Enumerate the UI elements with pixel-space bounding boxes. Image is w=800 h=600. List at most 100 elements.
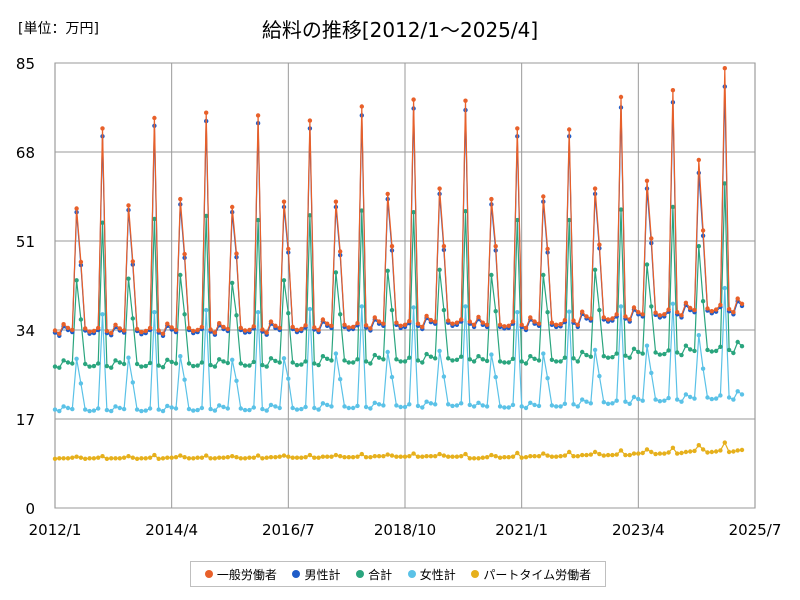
data-point [199, 360, 205, 365]
data-point [502, 324, 507, 329]
data-point [688, 394, 693, 400]
data-point [74, 278, 79, 283]
data-point [61, 456, 66, 461]
data-point [459, 454, 464, 459]
data-point [312, 325, 317, 330]
data-point [515, 126, 520, 131]
data-point [420, 454, 425, 459]
legend-label: 男性計 [304, 567, 341, 582]
data-point [242, 363, 248, 368]
data-point [61, 404, 66, 409]
data-point [489, 352, 494, 357]
data-point [381, 357, 386, 362]
data-point [454, 357, 460, 362]
data-point [338, 249, 343, 254]
data-point [74, 454, 79, 459]
data-point [281, 199, 287, 204]
data-point [212, 456, 218, 461]
data-point [649, 304, 654, 309]
data-point [165, 357, 170, 362]
data-point [692, 396, 697, 401]
data-point [320, 401, 326, 406]
data-point [91, 408, 97, 413]
data-point [286, 246, 291, 252]
data-point [588, 316, 593, 321]
data-point [493, 244, 498, 249]
data-point [247, 327, 252, 333]
data-point [571, 402, 576, 407]
data-point [653, 451, 658, 457]
data-point [471, 456, 477, 461]
data-point [657, 399, 663, 404]
data-point [718, 302, 723, 308]
data-point [286, 376, 291, 381]
data-point [502, 360, 507, 365]
data-point [251, 455, 256, 460]
data-point [519, 359, 524, 364]
data-point [467, 319, 472, 324]
data-point [692, 448, 697, 454]
data-point [147, 455, 153, 460]
legend-item: 男性計 [292, 566, 340, 583]
data-point [316, 455, 321, 460]
data-point [286, 454, 291, 459]
data-point [394, 403, 399, 408]
data-point [623, 353, 628, 358]
data-point [294, 327, 300, 333]
data-point [441, 374, 447, 379]
data-point [230, 357, 235, 362]
legend-label: 合計 [368, 567, 393, 582]
data-point [683, 392, 689, 397]
data-point [584, 352, 589, 358]
data-point [134, 456, 140, 461]
data-point [398, 454, 403, 459]
data-point [178, 354, 183, 359]
data-point [290, 455, 295, 460]
data-point [428, 454, 434, 459]
data-point [567, 127, 572, 132]
data-point [52, 407, 58, 412]
data-point [528, 400, 533, 405]
data-point [225, 326, 230, 332]
data-point [273, 323, 278, 328]
x-tick-label: 2023/4 [612, 521, 665, 539]
data-point [143, 408, 148, 413]
data-point [424, 399, 429, 404]
data-point [679, 313, 684, 318]
data-point [713, 348, 719, 354]
data-point [605, 452, 611, 458]
data-point [398, 323, 403, 328]
data-point [463, 304, 468, 309]
data-point [562, 355, 568, 360]
data-point [415, 358, 421, 363]
data-point [480, 320, 485, 325]
data-point [536, 403, 542, 409]
data-point [169, 325, 174, 330]
data-point [208, 327, 213, 332]
data-point [675, 397, 680, 402]
data-point [199, 324, 205, 330]
data-point [588, 354, 593, 359]
data-point [359, 304, 364, 309]
data-point [731, 310, 736, 315]
data-point [510, 454, 516, 459]
data-point [476, 314, 481, 320]
data-point [96, 361, 101, 366]
legend-marker [292, 570, 301, 578]
data-point [182, 455, 187, 460]
data-point [242, 407, 248, 413]
data-point [558, 454, 563, 459]
data-point [355, 454, 360, 459]
legend-item: パートタイム労働者 [471, 566, 591, 583]
data-point [636, 349, 641, 355]
y-tick-label: 68 [16, 144, 35, 162]
data-point [372, 315, 377, 320]
data-point [575, 322, 580, 327]
data-point [260, 406, 265, 412]
x-tick-label: 2014/4 [145, 521, 198, 539]
data-point [726, 395, 732, 400]
data-point [156, 456, 161, 461]
data-point [510, 402, 516, 408]
data-point [441, 307, 447, 313]
data-point [238, 361, 243, 366]
